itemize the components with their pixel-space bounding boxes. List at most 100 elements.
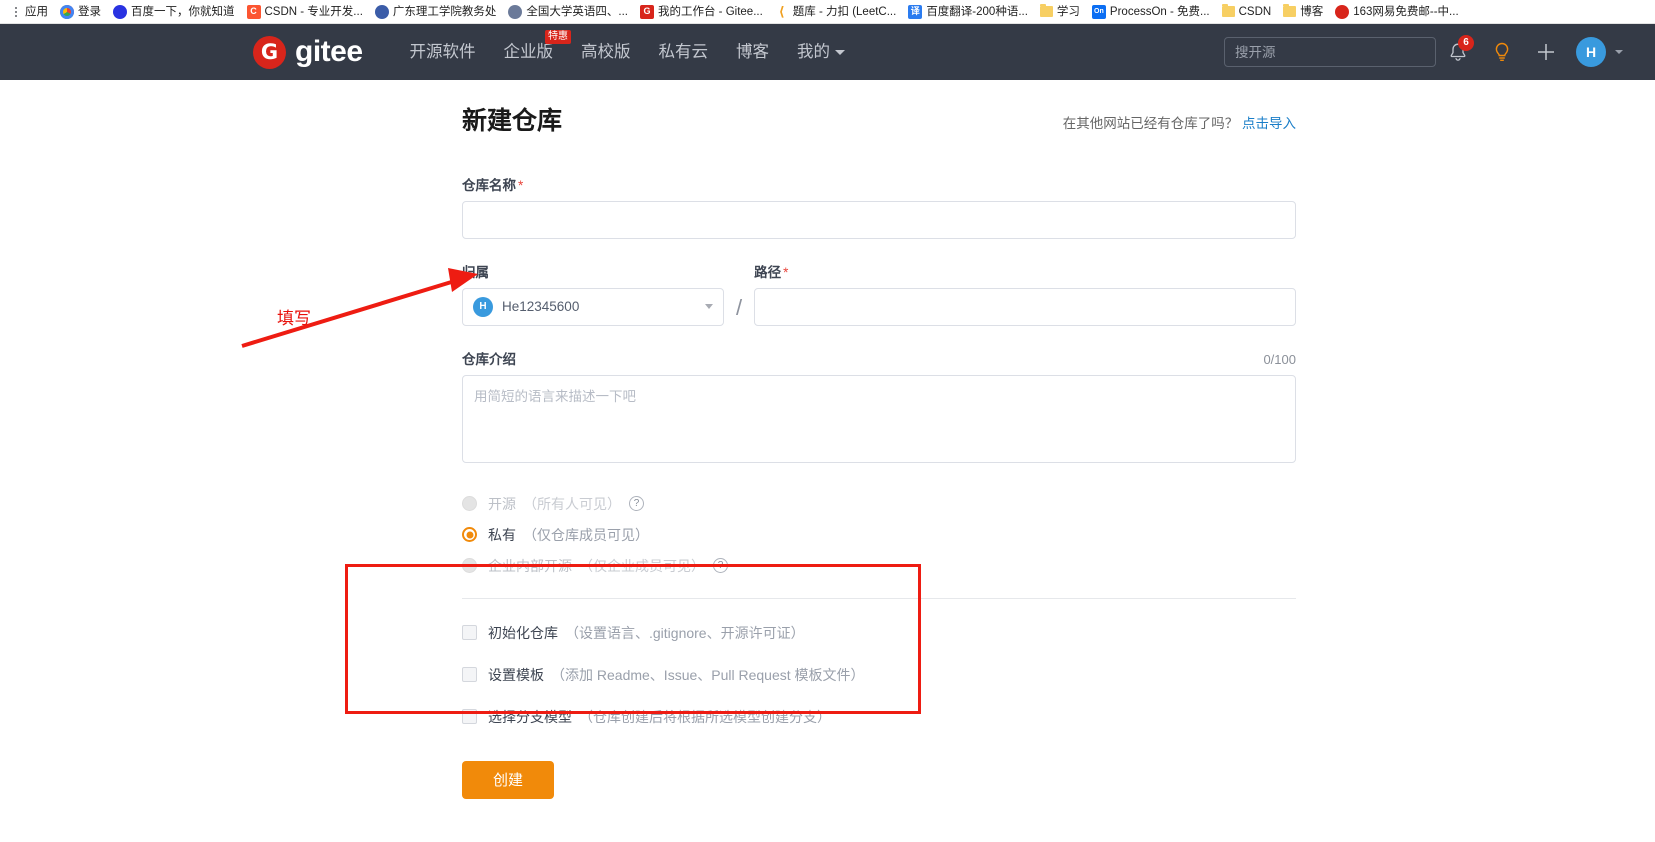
repo-owner-label: 归属 — [462, 264, 489, 280]
header-right-actions: 6 H — [1224, 24, 1655, 80]
visibility-option-description: （仅企业成员可见） — [579, 557, 705, 574]
bookmark-item[interactable]: 学习 — [1034, 2, 1086, 22]
repo-option-row[interactable]: 初始化仓库 （设置语言、.gitignore、开源许可证） — [462, 623, 1296, 643]
repo-name-label-text: 仓库名称 — [462, 177, 516, 193]
checkbox-icon[interactable] — [462, 667, 477, 682]
visibility-option-label: 企业内部开源 — [488, 557, 572, 574]
checkbox-icon[interactable] — [462, 709, 477, 724]
bookmark-item[interactable]: 登录 — [54, 2, 107, 22]
annotation-arrow-label: 填写 — [277, 309, 311, 329]
nav-item-label: 企业版 — [503, 43, 554, 61]
user-avatar[interactable]: H — [1576, 37, 1606, 67]
nav-item-5[interactable]: 我的 — [783, 24, 859, 80]
gitee-logo[interactable]: G gitee — [253, 35, 363, 69]
repo-description-counter: 0/100 — [1263, 351, 1296, 367]
chevron-down-icon — [705, 304, 713, 309]
repo-option-row[interactable]: 选择分支模型 （仓库创建后将根据所选模型创建分支） — [462, 707, 1296, 727]
section-divider — [462, 597, 1296, 599]
repo-owner-group: 归属 H He12345600 — [462, 261, 724, 326]
page-body: 新建仓库 在其他网站已经有仓库了吗？ 点击导入 仓库名称 * 归属 H He123… — [0, 80, 1655, 842]
repo-option-label: 设置模板 — [488, 666, 544, 683]
bookmark-label: 我的工作台 - Gitee... — [657, 5, 763, 18]
folder-icon — [1283, 4, 1297, 17]
repo-description-label: 仓库介绍 — [462, 351, 516, 367]
visibility-option[interactable]: 私有 （仅仓库成员可见） — [462, 525, 1296, 545]
nav-item-1[interactable]: 企业版 特惠 — [490, 24, 572, 80]
repo-option-description: （仓库创建后将根据所选模型创建分支） — [579, 708, 831, 725]
bookmark-label: CSDN — [1238, 5, 1272, 18]
baidu-icon — [113, 4, 127, 19]
chevron-down-icon — [835, 50, 846, 56]
search-input[interactable] — [1224, 37, 1436, 67]
annotation-arrow-icon — [241, 268, 478, 348]
bookmark-item[interactable]: G 我的工作台 - Gitee... — [634, 2, 769, 22]
gitee-icon: G — [639, 4, 654, 19]
bookmark-item[interactable]: 163网易免费邮--中... — [1329, 2, 1464, 22]
help-question-icon[interactable]: ? — [629, 496, 644, 511]
bookmark-item[interactable]: 全国大学英语四、... — [502, 2, 634, 22]
create-new-button[interactable] — [1524, 24, 1568, 80]
repo-description-group: 仓库介绍 0/100 — [462, 348, 1296, 468]
bookmark-item[interactable]: CSDN — [1216, 2, 1278, 22]
repo-path-group: 路径 * — [754, 261, 1296, 326]
new-repository-form: 新建仓库 在其他网站已经有仓库了吗？ 点击导入 仓库名称 * 归属 H He123… — [462, 107, 1296, 799]
apps-grid-icon — [11, 4, 21, 20]
nav-item-3[interactable]: 私有云 — [645, 24, 723, 80]
checkbox-icon[interactable] — [462, 625, 477, 640]
notifications-button[interactable]: 6 — [1436, 24, 1480, 80]
user-menu-chevron-down-icon[interactable] — [1615, 50, 1623, 54]
visibility-option[interactable]: 开源 （所有人可见）? — [462, 494, 1296, 514]
folder-icon — [1039, 4, 1053, 17]
repo-owner-select[interactable]: H He12345600 — [462, 287, 724, 326]
radio-button-icon[interactable] — [462, 558, 477, 573]
visibility-option-label: 私有 — [488, 526, 516, 543]
visibility-option-description: （仅仓库成员可见） — [523, 526, 649, 543]
bookmark-item[interactable]: ⟨ 题库 - 力扣 (LeetC... — [769, 2, 903, 22]
plus-icon — [1538, 44, 1554, 60]
repo-path-label: 路径 * — [754, 261, 1296, 281]
radio-button-icon[interactable] — [462, 527, 477, 542]
bookmark-item[interactable]: 应用 — [2, 2, 54, 22]
bookmark-item[interactable]: 广东理工学院教务处 — [369, 2, 503, 22]
repo-path-input[interactable] — [754, 287, 1296, 326]
bookmark-item[interactable]: 博客 — [1277, 2, 1329, 22]
bookmark-item[interactable]: On ProcessOn - 免费... — [1086, 2, 1216, 22]
main-navigation: 开源软件 企业版 特惠 高校版 私有云 博客 我的 — [396, 24, 860, 80]
import-repository-link[interactable]: 点击导入 — [1242, 116, 1296, 131]
bookmark-label: 广东理工学院教务处 — [392, 5, 497, 18]
form-header: 新建仓库 在其他网站已经有仓库了吗？ 点击导入 — [462, 107, 1296, 136]
repo-description-textarea[interactable] — [462, 374, 1296, 463]
repo-name-input[interactable] — [462, 200, 1296, 239]
bookmark-label: 163网易免费邮--中... — [1353, 5, 1459, 18]
bookmark-label: CSDN - 专业开发... — [264, 5, 363, 18]
owner-avatar: H — [473, 296, 493, 317]
visibility-option-label: 开源 — [488, 495, 516, 512]
repo-option-label: 选择分支模型 — [488, 708, 572, 725]
repo-name-required-mark: * — [518, 177, 524, 193]
create-repository-button[interactable]: 创建 — [462, 760, 554, 799]
radio-button-icon[interactable] — [462, 496, 477, 511]
gitee-logo-text: gitee — [295, 35, 363, 68]
nav-item-0[interactable]: 开源软件 — [396, 24, 490, 80]
bookmark-item[interactable]: C CSDN - 专业开发... — [241, 2, 369, 22]
bookmark-item[interactable]: 百度一下，你就知道 — [107, 2, 241, 22]
login-icon — [60, 4, 74, 19]
help-question-icon[interactable]: ? — [713, 558, 728, 573]
nav-item-4[interactable]: 博客 — [722, 24, 783, 80]
page-title: 新建仓库 — [462, 107, 563, 135]
bookmark-label: 全国大学英语四、... — [526, 5, 628, 18]
visibility-option[interactable]: 企业内部开源 （仅企业成员可见）? — [462, 556, 1296, 576]
repo-option-row[interactable]: 设置模板 （添加 Readme、Issue、Pull Request 模板文件） — [462, 665, 1296, 685]
school-icon — [374, 4, 389, 19]
nav-item-label: 我的 — [797, 43, 831, 61]
nav-item-2[interactable]: 高校版 — [567, 24, 645, 80]
nav-item-label: 开源软件 — [409, 43, 476, 61]
repo-path-label-text: 路径 — [754, 264, 782, 280]
bookmark-label: 应用 — [25, 5, 48, 18]
repo-path-required-mark: * — [783, 264, 789, 280]
bookmark-item[interactable]: 译百度翻译-200种语... — [902, 2, 1034, 22]
cet-icon — [508, 4, 523, 19]
nav-item-label: 高校版 — [581, 43, 631, 61]
processon-icon: On — [1091, 4, 1106, 19]
suggestion-button[interactable] — [1480, 24, 1524, 80]
